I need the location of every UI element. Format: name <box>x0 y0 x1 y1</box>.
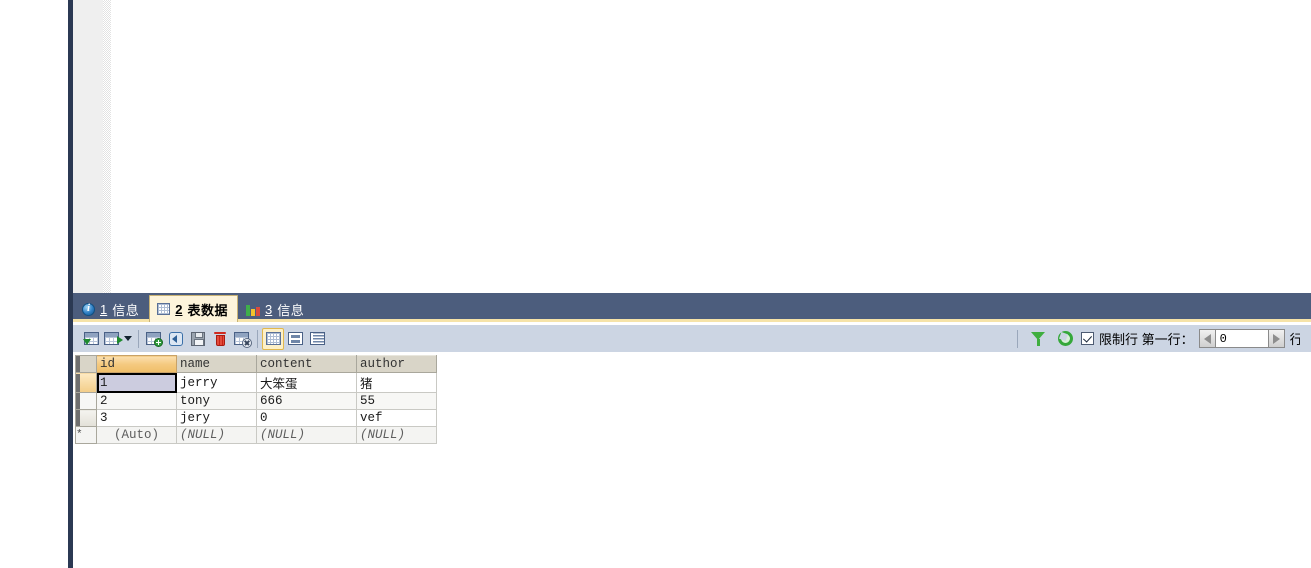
sql-editor-pane[interactable] <box>73 0 1311 293</box>
table-data-grid[interactable]: id name content author 1 jerry 大笨蛋 猪 2 t… <box>75 355 437 444</box>
checkbox-icon <box>76 373 80 392</box>
checkbox-icon <box>76 393 80 409</box>
tab-table-data-label: 表数据 <box>187 302 228 318</box>
filter-button[interactable] <box>1027 328 1049 350</box>
table-row[interactable]: 2 tony 666 55 <box>75 392 437 410</box>
import-wizard-button[interactable] <box>79 328 101 350</box>
export-wizard-button[interactable] <box>101 328 123 350</box>
refresh-icon <box>1057 331 1073 346</box>
plus-badge-icon <box>154 337 163 347</box>
cell-author-new[interactable]: (NULL) <box>356 426 437 444</box>
limit-rows-checkbox[interactable] <box>1081 332 1094 345</box>
cell-name-2[interactable]: tony <box>176 392 257 410</box>
grid-icon <box>157 303 171 315</box>
checkbox-icon <box>76 356 80 372</box>
row-offset-increment-button[interactable] <box>1267 329 1285 348</box>
editor-line-number-gutter <box>73 0 103 293</box>
tab-info-3[interactable]: 3 信息 <box>239 297 313 322</box>
row-header-1[interactable] <box>75 372 97 393</box>
grid-view-button[interactable] <box>262 327 284 350</box>
grid-view-icon <box>265 332 281 345</box>
triangle-right-icon <box>1272 333 1280 344</box>
checkbox-icon <box>76 410 80 426</box>
column-header-content[interactable]: content <box>256 355 357 373</box>
triangle-left-icon <box>1203 333 1211 344</box>
tab-table-data[interactable]: 2 表数据 <box>149 295 238 322</box>
cell-author-2[interactable]: 55 <box>356 392 437 410</box>
trash-icon <box>214 331 226 346</box>
row-header-new[interactable]: * <box>75 426 97 444</box>
cell-content-1[interactable]: 大笨蛋 <box>256 372 357 393</box>
cell-name-new[interactable]: (NULL) <box>176 426 257 444</box>
info-icon <box>82 302 95 316</box>
row-offset-stepper[interactable]: 0 <box>1198 329 1285 348</box>
toolbar-separator-3 <box>1017 329 1018 348</box>
table-row[interactable]: 3 jery 0 vef <box>75 409 437 427</box>
toolbar-separator-2 <box>257 329 258 348</box>
grid-toolbar-right: 限制行 第一行： 0 行 <box>1013 325 1300 352</box>
select-all-row-header[interactable] <box>75 355 97 373</box>
asterisk-icon: * <box>76 429 83 441</box>
revert-icon <box>169 331 183 346</box>
cell-content-2[interactable]: 666 <box>256 392 357 410</box>
cell-name-3[interactable]: jery <box>176 409 257 427</box>
add-record-button[interactable] <box>143 328 165 350</box>
row-offset-decrement-button[interactable] <box>1198 329 1216 348</box>
row-offset-input[interactable]: 0 <box>1215 329 1268 348</box>
result-tabstrip: 1 信息 2 表数据 3 信息 <box>73 293 1311 322</box>
cell-id-new[interactable]: (Auto) <box>96 426 177 444</box>
table-row[interactable]: 1 jerry 大笨蛋 猪 <box>75 372 437 393</box>
arrow-down-icon <box>82 338 91 345</box>
cell-author-3[interactable]: vef <box>356 409 437 427</box>
text-view-button[interactable] <box>306 328 328 350</box>
cancel-badge-icon <box>242 337 252 348</box>
cell-id-3[interactable]: 3 <box>96 409 177 427</box>
tab-info-3-label: 信息 <box>277 303 305 318</box>
new-record-row[interactable]: * (Auto) (NULL) (NULL) (NULL) <box>75 426 437 444</box>
row-header-2[interactable] <box>75 392 97 410</box>
save-icon <box>191 331 205 346</box>
editor-gutter-edge <box>103 0 111 293</box>
limit-rows-label: 限制行 第一行： <box>1099 332 1194 347</box>
tab-info-1-label: 信息 <box>112 303 140 318</box>
cell-author-1[interactable]: 猪 <box>356 372 437 393</box>
cell-id-1[interactable]: 1 <box>96 372 177 393</box>
cell-content-new[interactable]: (NULL) <box>256 426 357 444</box>
cell-id-2[interactable]: 2 <box>96 392 177 410</box>
arrow-right-icon <box>116 335 123 344</box>
tab-table-data-number: 2 <box>175 301 183 317</box>
delete-record-button[interactable] <box>209 328 231 350</box>
form-view-button[interactable] <box>284 328 306 350</box>
cell-name-1[interactable]: jerry <box>176 372 257 393</box>
apply-changes-button[interactable] <box>187 328 209 350</box>
tab-info-3-number: 3 <box>265 302 273 317</box>
revert-record-button[interactable] <box>165 328 187 350</box>
grid-header-row: id name content author <box>75 355 437 373</box>
tab-info-1-number: 1 <box>100 302 108 317</box>
chevron-down-icon[interactable] <box>124 336 132 341</box>
app-root: 1 信息 2 表数据 3 信息 <box>0 0 1311 568</box>
row-header-3[interactable] <box>75 409 97 427</box>
text-view-icon <box>309 332 325 345</box>
column-header-id[interactable]: id <box>96 355 177 373</box>
column-header-author[interactable]: author <box>356 355 437 373</box>
cancel-changes-button[interactable] <box>231 328 253 350</box>
chart-icon <box>246 304 260 316</box>
row-count-tail-label: 行 <box>1289 332 1300 347</box>
funnel-icon <box>1030 331 1046 346</box>
column-header-name[interactable]: name <box>176 355 257 373</box>
refresh-button[interactable] <box>1054 328 1076 350</box>
cell-content-3[interactable]: 0 <box>256 409 357 427</box>
form-view-icon <box>287 332 303 345</box>
tab-info-1[interactable]: 1 信息 <box>75 297 148 322</box>
toolbar-separator-1 <box>138 329 139 348</box>
